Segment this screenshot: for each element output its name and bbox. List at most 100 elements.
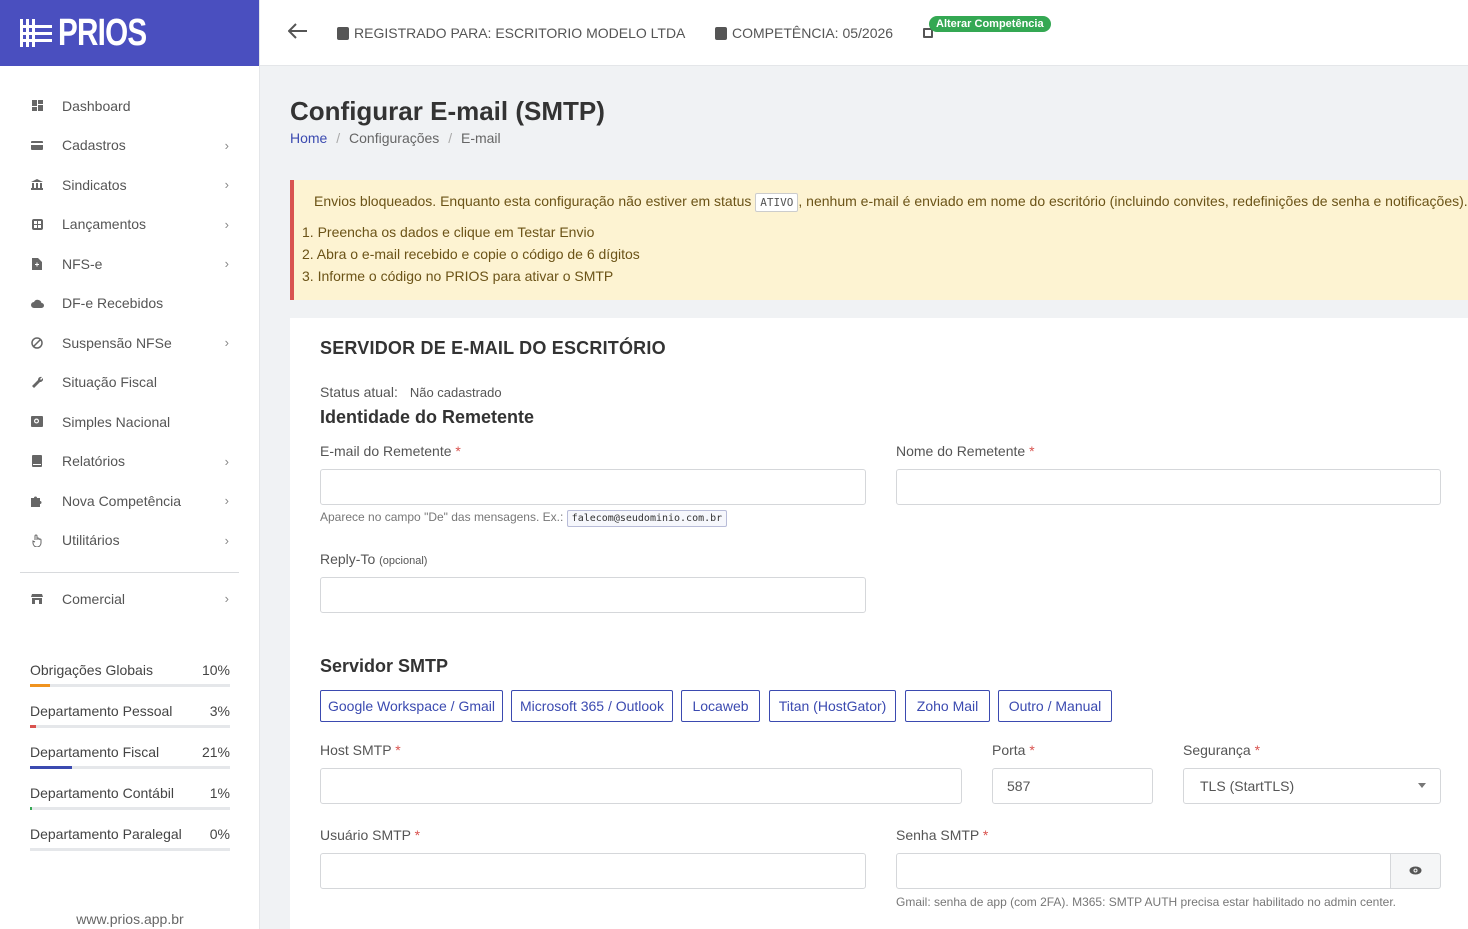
registered-text: REGISTRADO PARA: ESCRITORIO MODELO LTDA [354,25,686,41]
sender-name-field[interactable] [896,469,1441,505]
department-name: Departamento Fiscal [30,744,160,760]
alert-step: 2. Abra o e-mail recebido e copie o códi… [302,246,640,262]
chevron-right-icon: › [224,177,229,192]
sidebar-item-cadastros[interactable]: Cadastros › [0,126,259,166]
smtp-user-field[interactable] [320,853,866,889]
sidebar-item-comercial[interactable]: Comercial › [0,579,259,619]
wrench-icon [30,375,44,389]
sidebar-item-suspensao-nfse[interactable]: Suspensão NFSe › [0,323,259,363]
sidebar-item-label: Relatórios [62,453,126,470]
sidebar-item-dashboard[interactable]: Dashboard [0,86,259,126]
security-label: Segurança * [1183,742,1260,758]
chevron-right-icon: › [224,453,229,469]
search-doc-icon [30,415,44,429]
password-help: Gmail: senha de app (com 2FA). M365: SMT… [896,895,1397,909]
provider-zoho-button[interactable]: Zoho Mail [905,690,990,722]
host-field[interactable] [320,768,962,804]
sidebar-item-lancamentos[interactable]: Lançamentos › [0,205,259,245]
chevron-right-icon: › [224,591,229,606]
sidebar-item-nfs-e[interactable]: NFS-e › [0,244,259,284]
provider-locaweb-button[interactable]: Locaweb [681,690,760,722]
reply-to-label: Reply-To (opcional) [320,551,427,567]
sidebar-item-situacao-fiscal[interactable]: Situação Fiscal [0,363,259,403]
breadcrumb-configuracoes[interactable]: Configurações [349,130,439,146]
provider-titan-button[interactable]: Titan (HostGator) [769,690,896,722]
blocked-alert: Envios bloqueados. Enquanto esta configu… [290,180,1468,300]
sidebar-menu: Dashboard Cadastros › Sindicatos › Lançamento… [0,66,259,560]
required-mark: * [982,827,989,843]
department-progress-item[interactable]: Departamento Pessoal 3% [30,699,230,740]
example-email: falecom@seudominio.com.br [566,510,728,527]
help-text: Aparece no campo "De" das mensagens. Ex.… [320,510,564,524]
sender-section-title: Identidade do Remetente [320,407,535,427]
status-label: Status atual: [320,384,398,400]
department-percent: 10% [201,662,230,678]
sidebar-item-utilitarios[interactable]: Utilitários › [0,521,259,561]
security-select[interactable]: TLS (StartTLS) [1183,768,1441,804]
department-percent: 1% [209,785,230,801]
port-field[interactable]: 587 [992,768,1153,804]
brand-logo[interactable]: PRIOS [0,0,259,66]
sidebar-item-relatorios[interactable]: Relatórios › [0,442,259,482]
puzzle-icon [30,494,44,508]
department-percent: 3% [209,703,230,719]
dashboard-icon [30,99,44,113]
sidebar-item-label: Dashboard [62,97,131,114]
page-title: Configurar E-mail (SMTP) [290,96,605,126]
footer-url[interactable]: www.prios.app.br [0,911,260,927]
sidebar-item-label: Simples Nacional [62,413,171,430]
smtp-password-label: Senha SMTP * [896,827,988,843]
department-progress-item[interactable]: Departamento Contábil 1% [30,781,230,822]
eye-icon [1409,862,1422,880]
required-mark: * [414,827,421,843]
chevron-right-icon: › [224,335,229,350]
sidebar-item-simples-nacional[interactable]: Simples Nacional [0,402,259,442]
bank-icon [30,178,44,192]
back-arrow-icon[interactable] [287,22,308,45]
department-progress-item[interactable]: Departamento Comercial 0% [30,863,230,870]
sidebar-item-label: Sindicatos [62,176,127,193]
breadcrumb-email: E-mail [460,130,501,146]
label-text: Usuário SMTP [320,827,411,843]
department-progress-item[interactable]: Obrigações Globais 10% [30,658,230,699]
card-icon [30,138,44,152]
sidebar-item-nova-competencia[interactable]: Nova Competência › [0,481,259,521]
breadcrumb-home[interactable]: Home [290,130,327,146]
provider-m365-button[interactable]: Microsoft 365 / Outlook [511,690,673,722]
topbar: REGISTRADO PARA: ESCRITORIO MODELO LTDA … [260,0,1468,66]
smtp-password-field[interactable] [896,853,1391,889]
smtp-user-label: Usuário SMTP * [320,827,420,843]
status-line: Status atual: Não cadastrado [320,384,502,400]
alterar-competencia-button[interactable]: Alterar Competência [929,16,1051,32]
progress-fill [30,684,50,687]
department-percent: 0% [209,826,230,842]
sidebar-item-label: Suspensão NFSe [62,334,172,351]
label-text: Reply-To [320,551,376,567]
required-mark: * [395,742,401,758]
breadcrumb-separator: / [336,130,341,146]
progress-track [30,807,230,810]
progress-track [30,766,230,769]
department-progress-item[interactable]: Departamento Paralegal 0% [30,822,230,863]
label-text: Porta [992,742,1026,758]
reply-to-field[interactable] [320,577,866,613]
department-name: Departamento Pessoal [30,703,173,719]
provider-gmail-button[interactable]: Google Workspace / Gmail [320,690,503,722]
department-progress-item[interactable]: Departamento Fiscal 21% [30,740,230,781]
sidebar-item-df-e-recebidos[interactable]: DF-e Recebidos [0,284,259,324]
hand-icon [30,533,44,547]
department-name: Departamento Contábil [30,785,174,801]
toggle-password-button[interactable] [1390,853,1441,889]
chevron-right-icon: › [224,256,229,271]
department-name: Departamento Paralegal [30,826,182,842]
chevron-right-icon: › [224,137,229,153]
alert-steps: 1. Preencha os dados e clique em Testar … [302,224,640,290]
sidebar: PRIOS Dashboard Cadastros › Sindicatos › Lanç… [0,0,260,929]
sender-email-field[interactable] [320,469,866,505]
ban-icon [30,336,44,350]
provider-manual-button[interactable]: Outro / Manual [998,690,1112,722]
smtp-section-title: Servidor SMTP [320,656,449,676]
smtp-form-card: SERVIDOR DE E-MAIL DO ESCRITÓRIO Status … [290,318,1468,929]
sidebar-item-sindicatos[interactable]: Sindicatos › [0,165,259,205]
contact-icon [337,26,349,40]
